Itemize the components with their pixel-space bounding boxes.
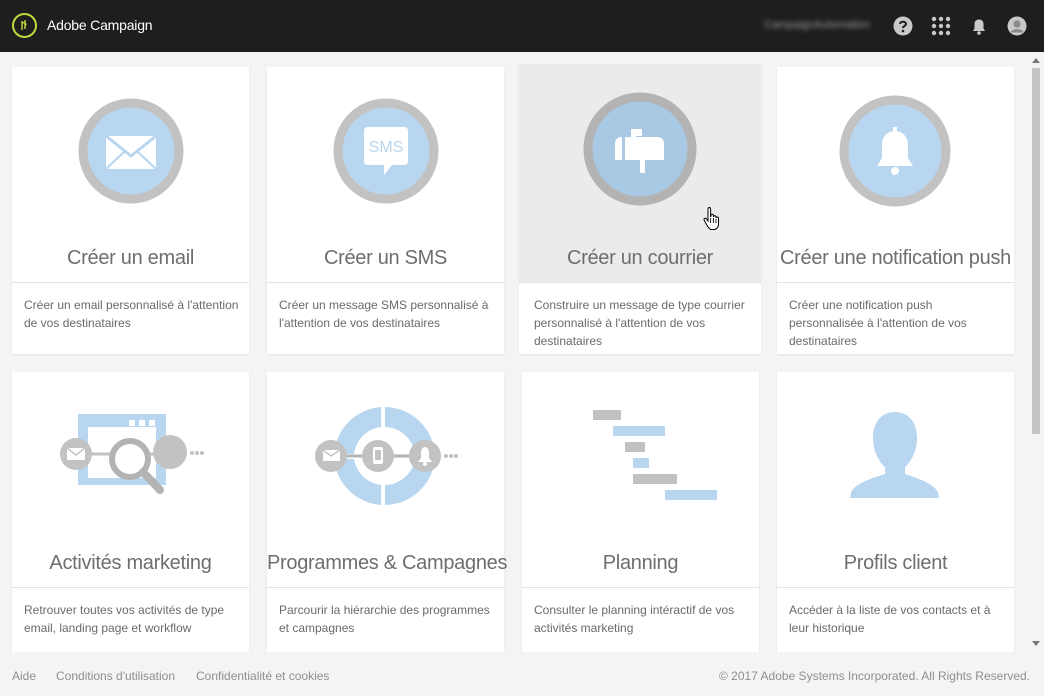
app-title[interactable]: Adobe Campaign <box>47 17 153 33</box>
footer: Aide Conditions d'utilisation Confidenti… <box>0 652 1044 696</box>
card-description: Consulter le planning intéractif de vos … <box>534 603 735 635</box>
card-programs-campaigns[interactable]: Programmes & Campagnes Parcourir la hiér… <box>267 372 508 652</box>
scrollbar-thumb[interactable] <box>1032 68 1040 434</box>
card-title: Créer un email <box>67 247 194 269</box>
card-marketing-activities[interactable]: Activités marketing Retrouver toutes vos… <box>12 372 249 652</box>
gantt-planning-icon <box>593 410 717 500</box>
card-header: SMS Créer un SMS <box>267 67 504 282</box>
divider <box>777 282 1014 283</box>
customer-profile-icon <box>850 412 939 498</box>
scroll-up-arrow-icon[interactable] <box>1032 58 1040 63</box>
divider <box>12 282 249 283</box>
bell-icon <box>839 95 951 207</box>
card-description: Créer un message SMS personnalisé à l'at… <box>279 298 489 330</box>
sms-icon-label: SMS <box>369 139 404 156</box>
divider <box>777 587 1014 588</box>
footer-terms-link[interactable]: Conditions d'utilisation <box>56 669 175 683</box>
card-planning[interactable]: Planning Consulter le planning intéracti… <box>522 372 759 652</box>
hand-cursor-icon <box>703 207 719 230</box>
marketing-activities-icon <box>60 414 204 494</box>
apps-grid-icon[interactable] <box>931 16 951 36</box>
card-title: Créer un SMS <box>323 247 448 269</box>
card-header: Créer une notification push <box>777 67 1014 282</box>
card-description: Accéder à la liste de vos contacts et à … <box>789 603 991 635</box>
vertical-scrollbar[interactable] <box>1028 52 1044 652</box>
home-cards-grid: Créer un email Créer un email personnali… <box>0 52 1044 652</box>
sms-icon: SMS <box>333 98 439 204</box>
card-header: Planning <box>522 372 759 587</box>
card-description: Construire un message de type courrier p… <box>534 298 745 348</box>
card-title: Profils client <box>843 552 948 574</box>
top-bar: Adobe Campaign CampaignAutomation <box>0 0 1044 52</box>
card-header: Créer un courrier <box>519 64 761 282</box>
card-title: Programmes & Campagnes <box>267 552 508 574</box>
organization-name[interactable]: CampaignAutomation <box>764 19 870 31</box>
card-title: Planning <box>602 552 679 574</box>
card-description: Retrouver toutes vos activités de type e… <box>24 603 225 635</box>
card-customer-profiles[interactable]: Profils client Accéder à la liste de vos… <box>777 372 1014 652</box>
card-create-direct-mail[interactable]: Créer un courrier Construire un message … <box>519 64 761 354</box>
card-description: Créer une notification push personnalisé… <box>789 298 967 348</box>
mailbox-icon <box>583 92 697 206</box>
card-header: Programmes & Campagnes <box>267 372 508 587</box>
card-header: Activités marketing <box>12 372 249 587</box>
card-create-push-notification[interactable]: Créer une notification push Créer une no… <box>777 67 1014 354</box>
adobe-campaign-logo-icon[interactable] <box>12 13 37 38</box>
card-title: Créer un courrier <box>566 247 714 269</box>
scroll-down-arrow-icon[interactable] <box>1032 641 1040 646</box>
divider <box>519 282 761 283</box>
envelope-icon <box>78 98 184 204</box>
divider <box>267 282 504 283</box>
card-header: Profils client <box>777 372 1014 587</box>
card-create-sms[interactable]: SMS Créer un SMS Créer un message SMS pe… <box>267 67 504 354</box>
card-description: Créer un email personnalisé à l'attentio… <box>24 298 239 330</box>
footer-help-link[interactable]: Aide <box>12 669 36 683</box>
divider <box>522 587 759 588</box>
card-create-email[interactable]: Créer un email Créer un email personnali… <box>12 67 249 354</box>
card-title: Activités marketing <box>49 552 212 574</box>
divider <box>267 587 504 588</box>
programs-campaigns-icon <box>315 407 458 505</box>
card-title: Créer une notification push <box>780 247 1011 269</box>
notifications-bell-icon[interactable] <box>969 16 989 36</box>
user-avatar-icon[interactable] <box>1007 16 1027 36</box>
footer-privacy-link[interactable]: Confidentialité et cookies <box>196 669 329 683</box>
help-icon[interactable] <box>893 16 913 36</box>
card-description: Parcourir la hiérarchie des programmes e… <box>279 603 490 635</box>
card-header: Créer un email <box>12 67 249 282</box>
divider <box>12 587 249 588</box>
copyright-text: © 2017 Adobe Systems Incorporated. All R… <box>718 669 1030 683</box>
